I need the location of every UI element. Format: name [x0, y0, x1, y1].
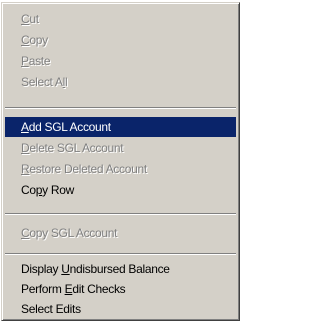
label-post: y Row: [42, 183, 74, 197]
label-post: aste: [28, 54, 51, 68]
label-post: elete SGL Account: [29, 141, 124, 155]
menu-item-restore-deleted-account[interactable]: Restore Deleted Account: [5, 159, 236, 179]
menu-item-copy[interactable]: Copy: [5, 30, 236, 50]
label-post: opy: [29, 33, 48, 47]
mnemonic: P: [21, 54, 29, 68]
label-post: l: [65, 75, 68, 89]
label-pre: Perform: [21, 282, 65, 296]
menu-item-copy-sgl-account[interactable]: Copy SGL Account: [5, 223, 236, 243]
menu-separator: [5, 253, 236, 255]
menu-item-paste[interactable]: Paste: [5, 51, 236, 71]
menu-item-delete-sgl-account[interactable]: Delete SGL Account: [5, 138, 236, 158]
label-post: ut: [29, 12, 39, 26]
label-post: opy SGL Account: [29, 226, 118, 240]
label-pre: Select Edits: [21, 302, 81, 316]
menu-item-copy-row[interactable]: Copy Row: [5, 180, 236, 200]
menu-item-select-all[interactable]: Select All: [5, 72, 236, 92]
label-post: estore Deleted Account: [29, 162, 147, 176]
menu-separator: [5, 213, 236, 215]
context-menu: Cut Copy Paste Select All Add SGL Accoun…: [1, 2, 240, 321]
menu-separator: [5, 107, 236, 109]
menu-item-select-edits[interactable]: Select Edits: [5, 299, 236, 319]
label-pre: Co: [21, 183, 36, 197]
menu-item-display-undisbursed-balance[interactable]: Display Undisbursed Balance: [5, 259, 236, 279]
menu-item-perform-edit-checks[interactable]: Perform Edit Checks: [5, 279, 236, 299]
label-pre: Display: [21, 262, 62, 276]
mnemonic: U: [61, 262, 70, 276]
label-post: ndisbursed Balance: [69, 262, 170, 276]
label-post: dit Checks: [72, 282, 126, 296]
menu-item-add-sgl-account[interactable]: Add SGL Account: [5, 117, 236, 137]
menu-item-cut[interactable]: Cut: [5, 9, 236, 29]
label-pre: Select A: [21, 75, 63, 89]
label-post: dd SGL Account: [28, 120, 111, 134]
mnemonic: A: [21, 120, 29, 134]
